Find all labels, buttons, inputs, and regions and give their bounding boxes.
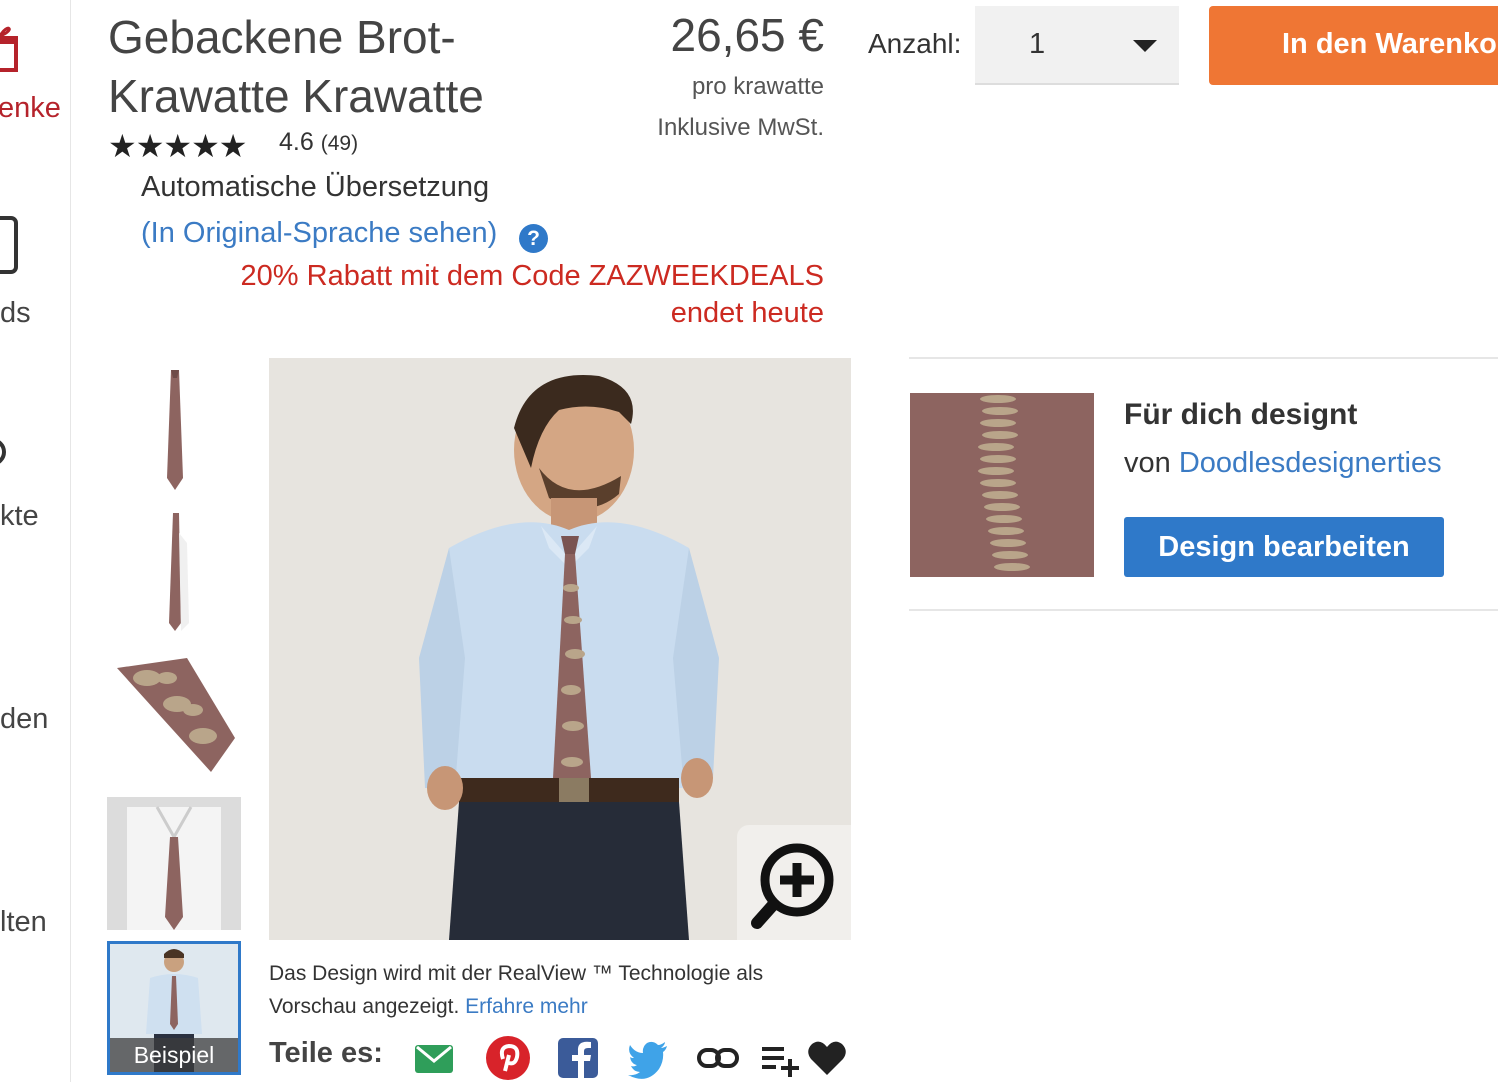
view-original-language-link[interactable]: (In Original-Sprache sehen): [141, 217, 497, 250]
add-to-cart-label: In den Warenkorb: [1282, 28, 1498, 60]
designer-credit: von Doodlesdesignerties: [1124, 447, 1442, 480]
learn-more-link[interactable]: Erfahre mehr: [465, 995, 588, 1018]
nav-label-keep[interactable]: lten: [0, 906, 47, 939]
dropdown-arrow-icon: [1133, 40, 1157, 52]
favorite-heart-icon[interactable]: [806, 1037, 848, 1079]
nav-label-cards[interactable]: ds: [0, 297, 31, 330]
realview-note: Das Design wird mit der RealView ™ Techn…: [269, 957, 829, 1023]
thumbnail-tie-front[interactable]: [107, 358, 241, 494]
email-share-icon[interactable]: [413, 1037, 455, 1079]
nav-label-gifts[interactable]: enke: [0, 92, 61, 125]
twitter-share-icon[interactable]: [627, 1037, 669, 1079]
quantity-select[interactable]: 1: [975, 6, 1179, 85]
example-label: Beispiel: [110, 1038, 238, 1072]
thumbnail-tie-back[interactable]: [107, 503, 241, 637]
products-icon[interactable]: [0, 428, 18, 468]
product-title: Gebackene Brot-Krawatte Krawatte: [108, 11, 484, 122]
edit-design-button[interactable]: Design bearbeiten: [1124, 517, 1444, 577]
divider-bottom: [909, 609, 1498, 611]
quantity-label: Anzahl:: [868, 28, 962, 59]
thumbnail-tie-closeup[interactable]: [107, 648, 241, 782]
design-heading: Für dich designt: [1124, 398, 1358, 431]
facebook-share-icon[interactable]: [557, 1037, 599, 1079]
left-nav: enke ds kte den lten: [0, 0, 71, 1082]
zoom-in-button[interactable]: [737, 825, 851, 940]
share-label: Teile es:: [269, 1037, 383, 1069]
design-preview-image[interactable]: [910, 393, 1094, 577]
card-icon[interactable]: [0, 216, 18, 274]
zoom-plus-icon: [751, 843, 834, 929]
designer-link[interactable]: Doodlesdesignerties: [1179, 447, 1442, 479]
auto-translation-note: Automatische Übersetzung: [141, 171, 490, 203]
rating-stars-icon[interactable]: ★★★★★: [108, 127, 247, 165]
help-icon[interactable]: ?: [519, 224, 548, 253]
promo-banner: 20% Rabatt mit dem Code ZAZWEEKDEALS end…: [240, 260, 824, 329]
copy-link-icon[interactable]: [697, 1037, 739, 1079]
scan-icon[interactable]: [0, 826, 18, 866]
price-unit: pro krawatte: [691, 73, 824, 100]
price: 26,65 €: [670, 9, 824, 61]
nav-label-find[interactable]: den: [0, 703, 48, 736]
divider-top: [909, 357, 1498, 359]
gift-icon[interactable]: [0, 18, 18, 72]
thumbnail-model-selected[interactable]: Beispiel: [107, 941, 241, 1075]
designer-prefix: von: [1124, 447, 1171, 479]
rating-summary[interactable]: 4.6 (49): [279, 128, 358, 157]
vat-note: Inklusive MwSt.: [657, 114, 824, 141]
rating-value: 4.6: [279, 128, 314, 156]
quantity-value: 1: [1029, 28, 1046, 60]
thumbnail-tie-on-shirt[interactable]: [107, 797, 241, 930]
nav-label-products[interactable]: kte: [0, 500, 39, 533]
review-count: (49): [320, 132, 359, 155]
pinterest-share-icon[interactable]: [485, 1035, 531, 1081]
main-product-image[interactable]: [269, 358, 851, 940]
dots-icon[interactable]: [0, 625, 18, 665]
add-to-list-icon[interactable]: [760, 1037, 802, 1079]
add-to-cart-button[interactable]: In den Warenkorb: [1209, 6, 1498, 85]
